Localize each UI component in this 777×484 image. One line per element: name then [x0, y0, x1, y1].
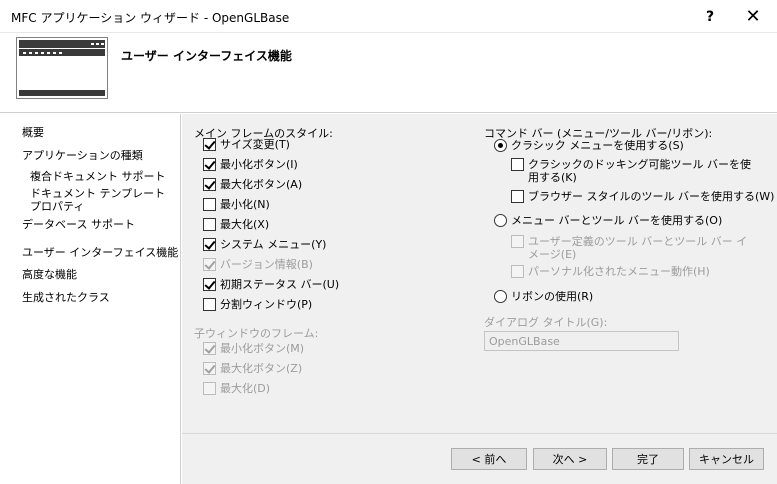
wizard-window-icon [16, 37, 108, 99]
nav-item-document-template[interactable]: ドキュメント テンプレート プロパティ [30, 187, 178, 213]
resize-checkbox[interactable]: サイズ変更(T) [203, 138, 290, 151]
minimized-checkbox[interactable]: 最小化(N) [203, 198, 270, 211]
checkbox-box [203, 138, 216, 151]
window-title: MFC アプリケーション ウィザード - OpenGLBase [11, 11, 290, 25]
nav-item-compound-document[interactable]: 複合ドキュメント サポート [30, 170, 166, 183]
minimize-button-checkbox[interactable]: 最小化ボタン(I) [203, 158, 298, 171]
page-title: ユーザー インターフェイス機能 [121, 49, 292, 63]
wizard-header: ユーザー インターフェイス機能 [0, 33, 777, 113]
cancel-button[interactable]: キャンセル [689, 448, 764, 470]
dialog-title-label: ダイアログ タイトル(G): [484, 316, 608, 329]
back-button[interactable]: < 前へ [451, 448, 527, 470]
nav-item-generated-classes[interactable]: 生成されたクラス [22, 291, 110, 304]
maximize-button-checkbox[interactable]: 最大化ボタン(A) [203, 178, 302, 191]
system-menu-checkbox[interactable]: システム メニュー(Y) [203, 238, 326, 251]
menu-toolbar-radio[interactable]: メニュー バーとツール バーを使用する(O) [494, 212, 722, 228]
nav-item-user-interface[interactable]: ユーザー インターフェイス機能 [22, 246, 178, 259]
nav-item-application-type[interactable]: アプリケーションの種類 [22, 149, 143, 162]
nav-item-advanced-features[interactable]: 高度な機能 [22, 268, 77, 281]
title-bar: MFC アプリケーション ウィザード - OpenGLBase ? ✕ [0, 0, 777, 33]
wizard-nav: 概要 アプリケーションの種類 複合ドキュメント サポート ドキュメント テンプレ… [0, 114, 181, 484]
about-box-checkbox[interactable]: バージョン情報(B) [203, 258, 313, 271]
user-defined-toolbar-checkbox[interactable]: ユーザー定義のツール バーとツール バー イメージ(E) [511, 235, 756, 261]
maximized-checkbox[interactable]: 最大化(X) [203, 218, 269, 231]
child-minimize-button-checkbox[interactable]: 最小化ボタン(M) [203, 342, 304, 355]
next-button[interactable]: 次へ > [533, 448, 607, 470]
split-window-checkbox[interactable]: 分割ウィンドウ(P) [203, 298, 312, 311]
help-button[interactable]: ? [688, 0, 732, 33]
nav-item-database-support[interactable]: データベース サポート [22, 218, 135, 231]
child-frame-label: 子ウィンドウのフレーム: [194, 327, 319, 340]
browser-toolbar-checkbox[interactable]: ブラウザー スタイルのツール バーを使用する(W) [511, 190, 774, 203]
finish-button[interactable]: 完了 [612, 448, 684, 470]
child-maximized-checkbox[interactable]: 最大化(D) [203, 382, 270, 395]
personalized-menu-checkbox[interactable]: パーソナル化されたメニュー動作(H) [511, 265, 710, 278]
child-maximize-button-checkbox[interactable]: 最大化ボタン(Z) [203, 362, 302, 375]
close-button[interactable]: ✕ [731, 0, 775, 33]
divider [182, 433, 777, 434]
nav-item-overview[interactable]: 概要 [22, 126, 44, 139]
docking-toolbar-checkbox[interactable]: クラシックのドッキング可能ツール バーを使用する(K) [511, 158, 756, 184]
initial-status-bar-checkbox[interactable]: 初期ステータス バー(U) [203, 278, 339, 291]
wizard-content: メイン フレームのスタイル: サイズ変更(T) 最小化ボタン(I) 最大化ボタン… [182, 114, 777, 484]
ribbon-radio[interactable]: リボンの使用(R) [494, 288, 593, 304]
classic-menu-radio[interactable]: クラシック メニューを使用する(S) [494, 137, 684, 153]
dialog-title-input[interactable]: OpenGLBase [484, 331, 679, 351]
